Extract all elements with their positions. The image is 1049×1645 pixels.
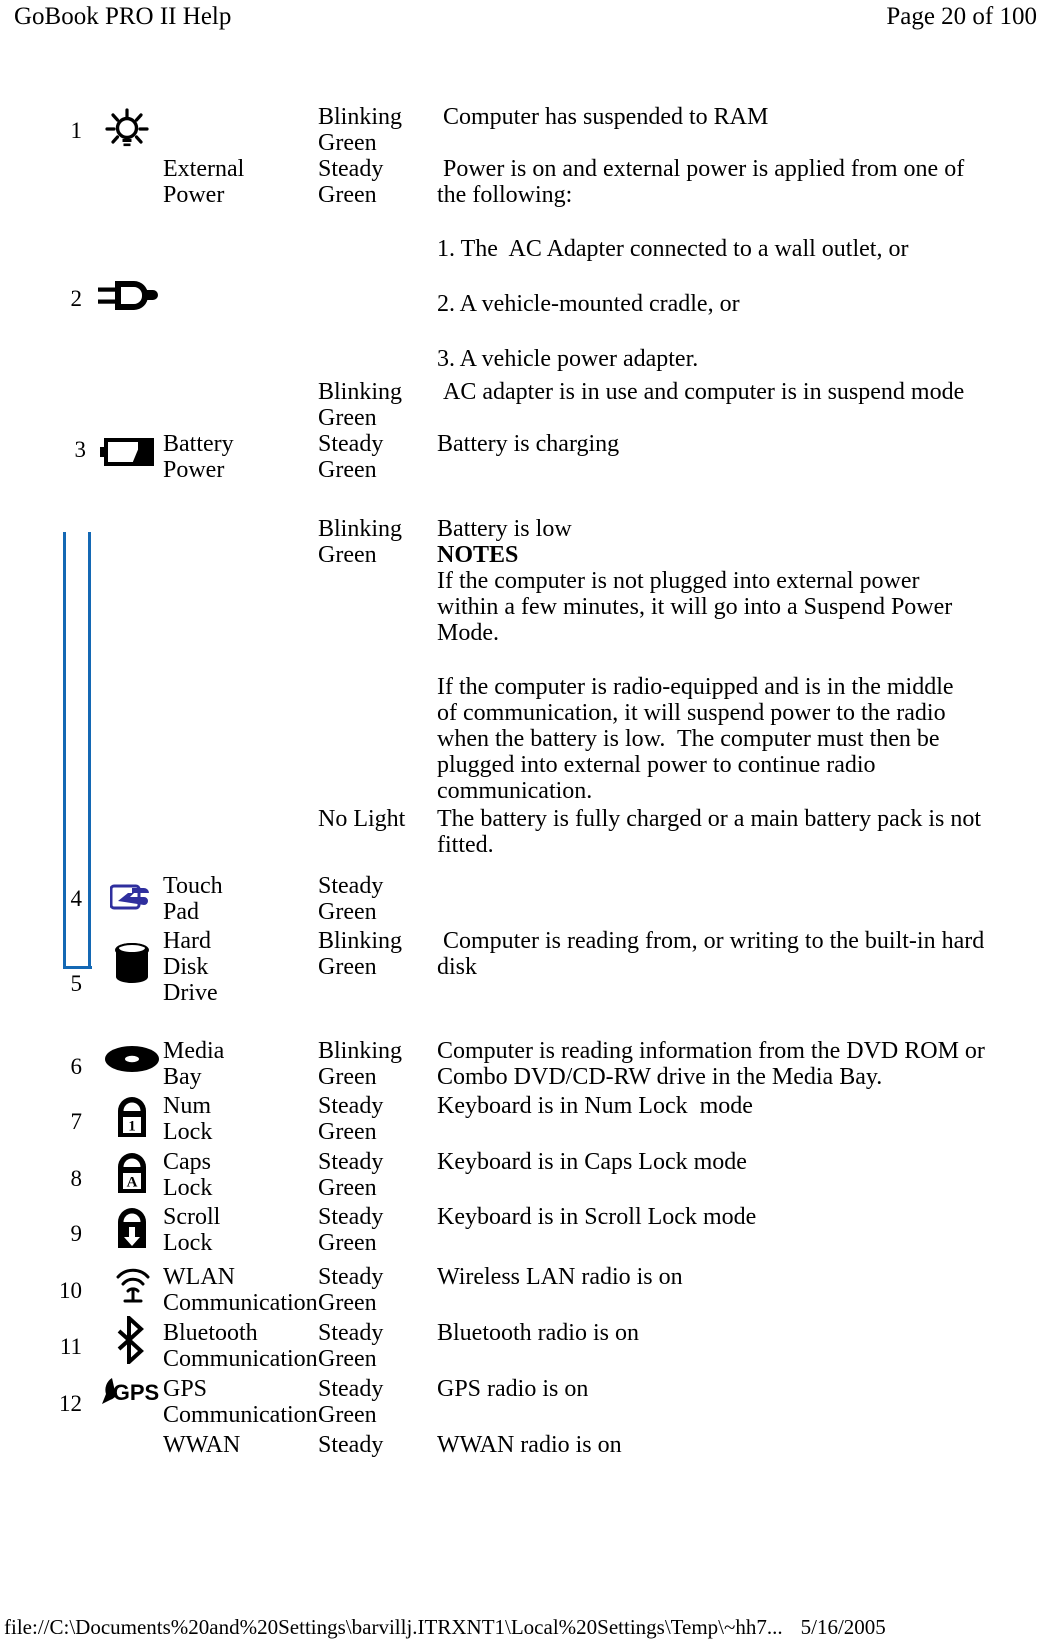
row-state-external-power: Steady Green	[318, 156, 384, 208]
row-state-media-bay: Blinking Green	[318, 1038, 403, 1090]
row-number-6: 6	[70, 1054, 83, 1079]
footer-file-path: file://C:\Documents%20and%20Settings\bar…	[4, 1615, 783, 1639]
page-title: GoBook PRO II Help	[14, 3, 232, 30]
svg-text:GPS: GPS	[113, 1380, 159, 1405]
row-label-battery-power: Battery Power	[163, 431, 234, 483]
row-number-7: 7	[70, 1109, 83, 1134]
row-label-media-bay: Media Bay	[163, 1038, 225, 1090]
row-state-wwan: Steady	[318, 1432, 384, 1458]
row-label-bluetooth-communication: Bluetooth Communication	[163, 1320, 318, 1372]
row-state-1: Blinking Green	[318, 104, 403, 156]
row-state-hard-disk-drive: Blinking Green	[318, 928, 403, 980]
row-state-num-lock: Steady Green	[318, 1093, 384, 1145]
row-description-caps-lock: Keyboard is in Caps Lock mode	[437, 1149, 747, 1175]
row-description-wwan: WWAN radio is on	[437, 1432, 622, 1458]
svg-text:1: 1	[128, 1119, 136, 1135]
page-header: GoBook PRO II Help Page 20 of 100	[0, 0, 1049, 46]
row-state-battery-charging: Steady Green	[318, 431, 384, 483]
row-label-hard-disk-drive: Hard Disk Drive	[163, 928, 218, 1006]
row-description-scroll-lock: Keyboard is in Scroll Lock mode	[437, 1204, 757, 1230]
scroll-lock-icon	[112, 1204, 152, 1250]
row-label-scroll-lock: Scroll Lock	[163, 1204, 221, 1256]
row-description-vehicle-adapter: 3. A vehicle power adapter.	[437, 346, 699, 372]
row-description-bluetooth-communication: Bluetooth radio is on	[437, 1320, 639, 1346]
row-description-wlan-communication: Wireless LAN radio is on	[437, 1264, 683, 1290]
row-selection-bracket-inner	[88, 532, 91, 969]
row-description-gps-communication: GPS radio is on	[437, 1376, 589, 1402]
power-plug-icon	[96, 274, 162, 318]
row-label-wlan-communication: WLAN Communication	[163, 1264, 318, 1316]
row-number-1: 1	[70, 118, 83, 143]
row-description-battery-charging: Battery is charging	[437, 431, 620, 457]
row-number-2: 2	[70, 286, 83, 311]
row-state-wlan-communication: Steady Green	[318, 1264, 384, 1316]
row-label-caps-lock: Caps Lock	[163, 1149, 213, 1201]
notes-paragraph-1: If the computer is not plugged into exte…	[437, 568, 959, 646]
page-number-label: Page 20 of 100	[886, 3, 1037, 30]
row-state-gps-communication: Steady Green	[318, 1376, 384, 1428]
row-state-touch-pad: Steady Green	[318, 873, 384, 925]
bluetooth-icon	[116, 1316, 150, 1364]
row-number-3: 3	[74, 437, 87, 462]
touchpad-icon	[110, 879, 156, 911]
row-description-hard-disk-drive: Computer is reading from, or writing to …	[437, 928, 991, 980]
row-number-8: 8	[70, 1166, 83, 1191]
row-description-ac-adapter: 1. The AC Adapter connected to a wall ou…	[437, 236, 909, 262]
row-state-ac-suspend: Blinking Green	[318, 379, 403, 431]
row-number-4: 4	[70, 886, 83, 911]
row-label-external-power: External Power	[163, 156, 245, 208]
row-description-no-light: The battery is fully charged or a main b…	[437, 806, 988, 858]
row-description-external-power: Power is on and external power is applie…	[437, 156, 971, 208]
row-label-num-lock: Num Lock	[163, 1093, 213, 1145]
row-description-1: Computer has suspended to RAM	[437, 104, 769, 130]
row-number-10: 10	[59, 1278, 82, 1303]
row-description-battery-low: Battery is low	[437, 516, 572, 542]
row-label-gps-communication: GPS Communication	[163, 1376, 318, 1428]
row-state-caps-lock: Steady Green	[318, 1149, 384, 1201]
battery-icon	[100, 436, 158, 468]
row-state-scroll-lock: Steady Green	[318, 1204, 384, 1256]
row-description-ac-suspend: AC adapter is in use and computer is in …	[437, 379, 965, 405]
row-state-battery-low: Blinking Green	[318, 516, 403, 568]
hard-disk-icon	[112, 941, 152, 985]
row-description-media-bay: Computer is reading information from the…	[437, 1038, 991, 1090]
svg-text:A: A	[127, 1175, 138, 1191]
wlan-icon	[112, 1264, 154, 1304]
row-state-bluetooth-communication: Steady Green	[318, 1320, 384, 1372]
footer-date: 5/16/2005	[800, 1615, 886, 1639]
notes-paragraph-2: If the computer is radio-equipped and is…	[437, 674, 960, 804]
num-lock-icon: 1	[112, 1093, 152, 1139]
row-number-12: 12	[59, 1391, 82, 1416]
row-label-wwan: WWAN	[163, 1432, 241, 1458]
media-bay-disc-icon	[104, 1044, 160, 1074]
caps-lock-icon: A	[112, 1149, 152, 1195]
row-label-touch-pad: Touch Pad	[163, 873, 223, 925]
row-number-11: 11	[59, 1334, 82, 1359]
row-selection-bracket-foot	[63, 966, 92, 969]
row-number-9: 9	[70, 1221, 83, 1246]
notes-heading: NOTES	[437, 542, 519, 568]
page-footer: file://C:\Documents%20and%20Settings\bar…	[0, 1609, 1049, 1639]
row-state-no-light: No Light	[318, 806, 406, 832]
row-description-num-lock: Keyboard is in Num Lock mode	[437, 1093, 753, 1119]
row-number-5: 5	[70, 971, 83, 996]
row-description-cradle: 2. A vehicle-mounted cradle, or	[437, 291, 740, 317]
gps-icon: GPS	[100, 1374, 164, 1414]
power-light-icon	[104, 108, 150, 150]
